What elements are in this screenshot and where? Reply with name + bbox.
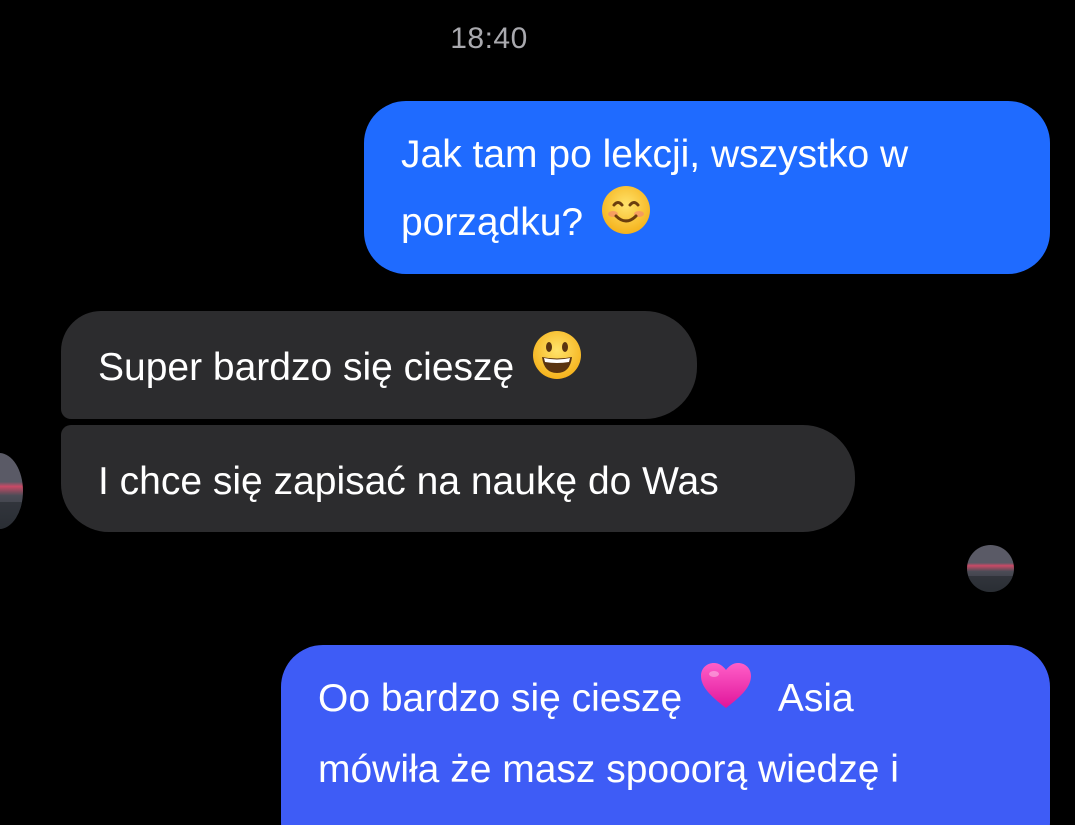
outgoing-message-bubble[interactable]: Jak tam po lekcji, wszystko w porządku? [364,101,1050,274]
grinning-face-emoji-icon [531,331,583,390]
message-text-line: Asia [777,677,854,720]
message-text-line: porządku? [401,200,584,244]
read-receipt-avatar [967,545,1014,592]
outgoing-message-bubble[interactable]: Oo bardzo się cieszę Asia mówiła że masz… [281,645,1050,825]
incoming-message-bubble[interactable]: Super bardzo się cieszę [61,311,697,419]
message-text: I chce się zapisać na naukę do Was [98,460,719,503]
message-text-line: mówiła że masz spooorą wiedzę i [318,748,899,792]
smiling-face-emoji-icon [600,186,652,245]
incoming-message-bubble[interactable]: I chce się zapisać na naukę do Was [61,425,855,532]
message-text-line: Oo bardzo się cieszę [318,677,683,720]
contact-avatar[interactable] [0,453,23,529]
message-timestamp: 18:40 [450,22,528,55]
pink-heart-emoji-icon [699,663,764,720]
message-text: Super bardzo się cieszę [98,345,515,389]
message-text-line: Jak tam po lekcji, wszystko w [401,133,909,176]
